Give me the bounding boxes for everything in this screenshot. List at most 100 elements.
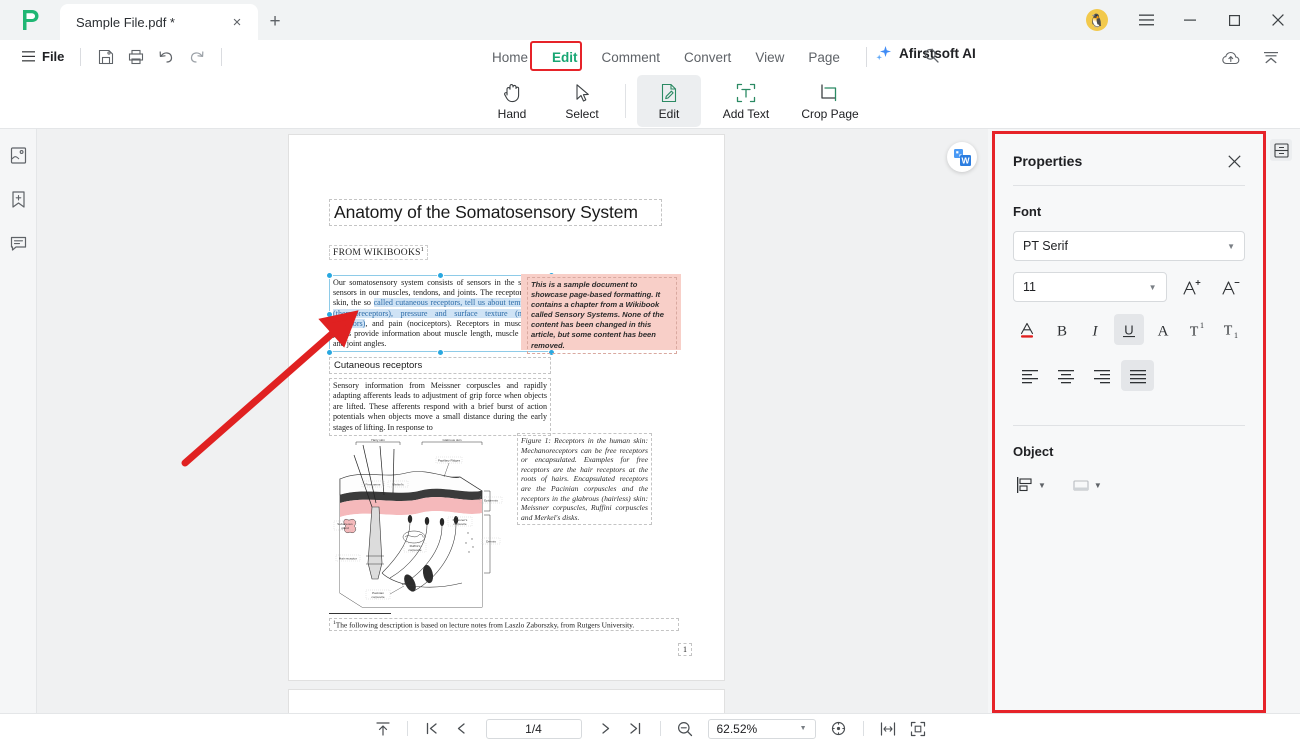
zoom-in-button[interactable] <box>826 718 852 740</box>
tool-hand[interactable]: Hand <box>480 75 544 127</box>
section-heading[interactable]: Cutaneous receptors <box>329 357 551 374</box>
last-page-button[interactable] <box>623 718 649 740</box>
toggle-properties-panel-button[interactable] <box>1270 139 1292 161</box>
italic-button[interactable]: I <box>1080 314 1111 345</box>
zoom-in-icon <box>831 721 845 735</box>
document-paragraph-2[interactable]: Sensory information from Meissner corpus… <box>329 378 551 437</box>
page-footer-number: 1 <box>678 643 692 656</box>
bold-icon: B <box>1057 323 1067 339</box>
selection-handle-bc[interactable] <box>437 349 444 356</box>
page-number-input[interactable]: 1/4 <box>485 718 582 739</box>
convert-to-word-button[interactable]: W <box>947 142 977 172</box>
document-paragraph-selected[interactable]: Our somatosensory system consists of sen… <box>329 275 551 353</box>
subscript-button[interactable]: T 1 <box>1214 314 1245 345</box>
selection-handle-ml[interactable] <box>326 311 333 318</box>
add-text-icon <box>736 83 756 102</box>
ribbon-toolbar: Hand Select Edit Add Text Crop Page <box>0 73 1300 129</box>
minimize-button[interactable] <box>1168 0 1212 40</box>
close-tab-icon[interactable]: × <box>226 11 248 33</box>
document-from-line[interactable]: FROM WIKIBOOKS1 <box>329 245 428 261</box>
menu-tab-home[interactable]: Home <box>480 45 540 70</box>
edit-page-icon <box>661 83 677 102</box>
align-right-button[interactable] <box>1085 360 1118 391</box>
document-tab[interactable]: Sample File.pdf * × <box>60 4 258 40</box>
figure-caption[interactable]: Figure 1: Receptors in the human skin: M… <box>517 433 652 526</box>
selection-handle-tc[interactable] <box>437 272 444 279</box>
maximize-button[interactable] <box>1212 0 1256 40</box>
collapse-ribbon-button[interactable] <box>1256 45 1286 71</box>
close-window-button[interactable] <box>1256 0 1300 40</box>
search-button[interactable] <box>916 42 946 68</box>
cloud-upload-button[interactable] <box>1216 45 1246 71</box>
toggle-properties-panel-icon <box>1273 142 1289 158</box>
para1-plain-end: , and pain (nociceptors). Receptors in m… <box>333 318 547 349</box>
align-left-button[interactable] <box>1013 360 1046 391</box>
save-button[interactable] <box>91 44 121 70</box>
next-page-button[interactable] <box>593 718 619 740</box>
undo-button[interactable] <box>151 44 181 70</box>
new-tab-button[interactable]: + <box>258 4 292 40</box>
decrease-font-size-button[interactable] <box>1216 272 1245 302</box>
user-avatar[interactable]: 🐧 <box>1086 9 1108 31</box>
object-fill-button[interactable]: ▼ <box>1069 473 1105 497</box>
tool-add-text-label: Add Text <box>722 106 770 121</box>
pdf-page-1[interactable]: Anatomy of the Somatosensory System FROM… <box>289 135 724 680</box>
scroll-to-top-button[interactable] <box>370 718 396 740</box>
fit-width-button[interactable] <box>875 718 901 740</box>
tool-edit[interactable]: Edit <box>637 75 701 127</box>
sidebar-item-comments[interactable] <box>4 229 32 257</box>
align-objects-button[interactable]: ▼ <box>1013 473 1049 497</box>
comments-icon <box>10 236 26 251</box>
print-button[interactable] <box>121 44 151 70</box>
font-size-select[interactable]: 11 ▼ <box>1013 272 1167 302</box>
sample-note-text[interactable]: This is a sample document to showcase pa… <box>527 277 677 354</box>
svg-text:U: U <box>1124 322 1133 337</box>
align-center-button[interactable] <box>1049 360 1082 391</box>
menu-tab-page[interactable]: Page <box>796 45 852 70</box>
tool-add-text[interactable]: Add Text <box>707 75 785 127</box>
zoom-out-button[interactable] <box>672 718 698 740</box>
fit-page-icon <box>910 721 925 736</box>
bold-button[interactable]: B <box>1047 314 1078 345</box>
selection-handle-tl[interactable] <box>326 272 333 279</box>
svg-text:1: 1 <box>1200 321 1204 330</box>
main-menu-button[interactable] <box>1124 0 1168 40</box>
previous-page-button[interactable] <box>449 718 475 740</box>
hamburger-icon <box>1138 14 1154 26</box>
underline-button[interactable]: U <box>1113 314 1145 345</box>
first-page-button[interactable] <box>419 718 445 740</box>
font-size-value: 11 <box>1023 280 1036 294</box>
menu-tab-convert[interactable]: Convert <box>672 45 743 70</box>
redo-button[interactable] <box>181 44 211 70</box>
sidebar-item-thumbnails[interactable] <box>4 141 32 169</box>
superscript-button[interactable]: T 1 <box>1181 314 1212 345</box>
increase-font-size-button[interactable] <box>1177 272 1206 302</box>
sidebar-item-bookmarks[interactable] <box>4 185 32 213</box>
menu-tab-view[interactable]: View <box>743 45 796 70</box>
file-menu-button[interactable]: File <box>16 46 70 67</box>
menu-tab-comment[interactable]: Comment <box>590 45 673 70</box>
close-properties-panel-button[interactable] <box>1223 150 1245 172</box>
tool-crop-page[interactable]: Crop Page <box>791 75 869 127</box>
menu-tab-edit[interactable]: Edit <box>540 45 590 70</box>
cursor-icon <box>576 83 589 102</box>
document-title[interactable]: Anatomy of the Somatosensory System <box>329 199 662 226</box>
figure-label-free-nerve: Free nerve <box>366 483 381 487</box>
search-icon <box>924 48 939 63</box>
file-menu-label: File <box>42 49 65 64</box>
footnote-text[interactable]: 1The following description is based on l… <box>329 618 679 632</box>
selection-handle-bl[interactable] <box>326 349 333 356</box>
document-viewport[interactable]: W Anatomy of the Somatosensory System FR… <box>37 129 988 713</box>
font-color-button[interactable] <box>1013 314 1044 345</box>
pdf-page-2-partial[interactable] <box>289 690 724 713</box>
strikethrough-button[interactable]: A <box>1147 314 1178 345</box>
afirstsoft-logo-icon <box>23 10 39 30</box>
font-size-row: 11 ▼ <box>1013 272 1245 302</box>
tool-select[interactable]: Select <box>550 75 614 127</box>
skin-anatomy-figure[interactable]: Hairy skin Glabrous skin Epidermis Dermi… <box>332 433 504 620</box>
zoom-level-select[interactable]: 62.52% ▼ <box>707 718 816 739</box>
align-justify-button[interactable] <box>1121 360 1154 391</box>
font-family-select[interactable]: PT Serif ▼ <box>1013 231 1245 261</box>
font-color-icon <box>1021 322 1034 338</box>
fit-page-button[interactable] <box>905 718 931 740</box>
